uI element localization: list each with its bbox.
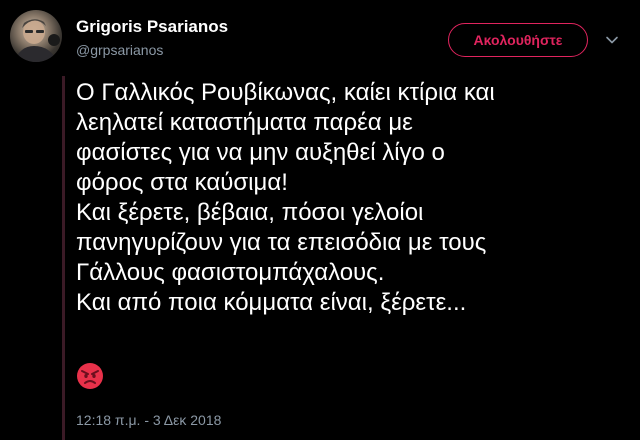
display-name[interactable]: Grigoris Psarianos xyxy=(76,17,228,37)
tweet-text-line: φόρος στα καύσιμα! xyxy=(76,169,288,196)
tweet-text-line: Και από ποια κόμματα είναι, ξέρετε... xyxy=(76,289,467,316)
tweet-text-line: πανηγυρίζουν για τα επεισόδια με τους xyxy=(76,229,487,256)
tweet-text-line: Και ξέρετε, βέβαια, πόσοι γελοίοι xyxy=(76,199,424,226)
user-handle[interactable]: @grpsarianos xyxy=(76,42,163,58)
angry-face-emoji-icon xyxy=(76,362,104,390)
tweet-text: Ο Γαλλικός Ρουβίκωνας, καίει κτίρια και … xyxy=(76,78,636,318)
thread-line xyxy=(62,76,65,440)
follow-button[interactable]: Ακολουθήστε xyxy=(448,23,588,57)
tweet-text-line: λεηλατεί καταστήματα παρέα με xyxy=(76,109,413,136)
tweet-timestamp[interactable]: 12:18 π.μ. - 3 Δεκ 2018 xyxy=(76,412,221,428)
tweet-text-line: φασίστες για να μην αυξηθεί λίγο ο xyxy=(76,139,445,166)
tweet-text-line: Γάλλους φασιστομπάχαλους. xyxy=(76,259,385,286)
tweet-text-line: Ο Γαλλικός Ρουβίκωνας, καίει κτίρια και xyxy=(76,79,495,106)
chevron-down-icon[interactable] xyxy=(604,32,620,48)
avatar-photo-icon xyxy=(14,19,60,62)
avatar[interactable] xyxy=(10,10,62,62)
